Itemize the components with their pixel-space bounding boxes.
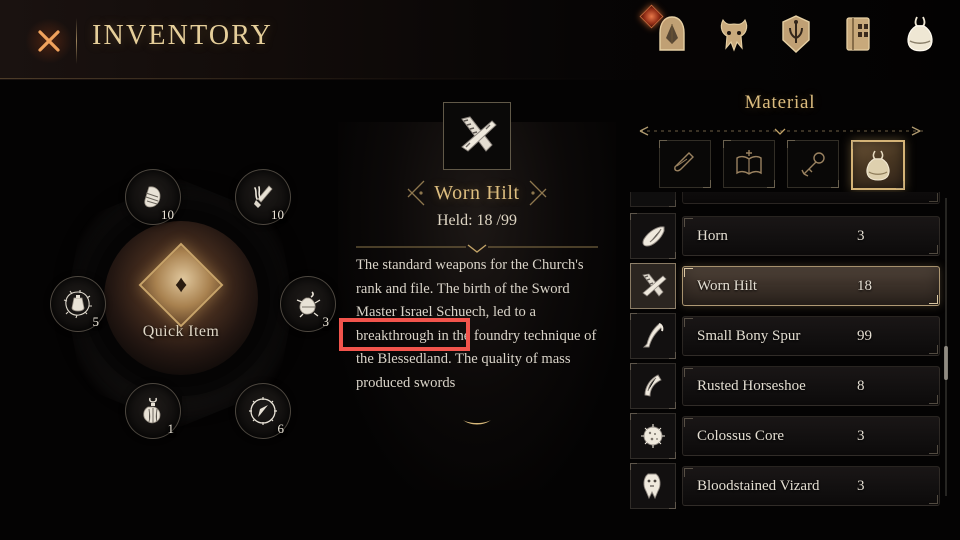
row-body: Bloodstained Vizard 3 [682,466,940,506]
ornament-left-icon [407,180,425,206]
title-divider [76,18,77,64]
table-row[interactable]: Colossus Core 3 [630,413,940,459]
book-ledger-icon [846,17,870,51]
row-item-count: 18 [857,277,872,294]
detail-item-icon-box [443,102,511,170]
nav-icon-beast-skull[interactable] [714,10,754,58]
quick-slot-count: 10 [271,207,284,222]
quick-slot-right[interactable]: 3 [280,276,336,332]
row-item-count: 3 [857,227,865,244]
row-item-name: Horn [697,227,728,244]
row-body [682,192,940,204]
row-item-count: 3 [857,477,865,494]
category-tab-spellbook[interactable] [723,140,775,188]
crest-shield-icon [782,15,810,53]
table-row[interactable]: Rusted Horseshoe 8 [630,363,940,409]
category-pager [630,124,930,136]
detail-description: The standard weapons for the Church's ra… [356,257,597,391]
quick-slot-count: 10 [161,207,174,222]
row-body: Rusted Horseshoe 8 [682,366,940,406]
category-tab-bar [632,140,932,190]
pouch-bag-icon [907,16,933,52]
quick-slot-bottom-left[interactable]: 1 [125,383,181,439]
table-row[interactable]: Horn 3 [630,213,940,259]
row-item-name: Worn Hilt [697,277,758,294]
quick-slot-count: 6 [277,421,285,436]
horseshoe-icon [630,363,676,409]
row-body: Worn Hilt 18 [682,266,940,306]
beast-skull-icon [720,18,748,52]
quick-slot-left[interactable]: 5 [50,276,106,332]
nav-icon-armor-helm[interactable] [639,4,692,58]
quick-slot-count: 1 [167,421,175,436]
quick-slot-top-left[interactable]: 10 [125,169,181,225]
list-scrollbar-thumb[interactable] [944,346,948,380]
detail-held-count: Held: 18 /99 [437,212,517,229]
ornament-right-icon [529,180,547,206]
row-icon-box [630,192,676,207]
key-icon [801,152,825,177]
worn-hilt-icon [461,116,497,152]
detail-separator [356,240,598,253]
top-bar: INVENTORY [0,0,960,80]
top-bar-underline [0,78,620,79]
close-x-icon [38,30,60,52]
quick-slot-bottom-right[interactable]: 6 [235,383,291,439]
pouch-bag-icon [866,150,890,181]
table-row[interactable]: Small Bony Spur 99 [630,313,940,359]
nav-icon-bar [639,4,940,58]
nav-icon-book-ledger[interactable] [838,10,878,58]
page-title: INVENTORY [92,20,274,51]
row-item-name: Small Bony Spur [697,327,801,344]
row-body: Horn 3 [682,216,940,256]
detail-item-title: Worn Hilt [434,181,520,204]
row-body: Small Bony Spur 99 [682,316,940,356]
nav-icon-crest-shield[interactable] [776,10,816,58]
worn-hilt-icon [630,263,676,309]
detail-title-row: Worn Hilt [338,178,616,208]
table-row[interactable]: Bloodstained Vizard 3 [630,463,940,509]
spellbook-plus-icon [736,150,762,175]
chevron-down-icon [463,420,491,425]
quick-slot-count: 5 [92,314,100,329]
row-item-name: Bloodstained Vizard [697,477,820,494]
detail-scroll-more[interactable] [338,416,616,434]
crest-glyph: ♦ [174,272,188,298]
item-detail-panel: Worn Hilt Held: 18 /99 The standard weap… [338,90,616,490]
table-row[interactable]: Worn Hilt 18 [630,263,940,309]
quick-slot-top-right[interactable]: 10 [235,169,291,225]
vizard-mask-icon [630,463,676,509]
quick-slot-count: 3 [322,314,330,329]
armor-helm-icon [659,16,685,51]
material-heading: Material [744,92,816,113]
nav-icon-pouch-bag[interactable] [900,10,940,58]
row-item-count: 99 [857,327,872,344]
row-item-count: 8 [857,377,865,394]
close-button[interactable] [26,19,72,63]
bony-spur-icon [630,313,676,359]
row-body: Colossus Core 3 [682,416,940,456]
horn-icon [630,213,676,259]
material-item-list[interactable]: Horn 3 Worn Hilt 18 Small Bony Spur 99 R… [612,192,948,540]
quick-item-hub[interactable]: ♦ Quick Item [104,221,258,375]
table-row[interactable] [630,192,940,207]
inventory-screen: INVENTORY ♦ Quick Item 10 10 3 6 1 5 Wor… [0,0,960,540]
category-tab-flask[interactable] [659,140,711,188]
material-panel: Material Horn 3 Worn Hilt 18 Small Bony … [612,88,960,540]
row-item-count: 3 [857,427,865,444]
colossus-core-icon [630,413,676,459]
gold-diamond-crest-icon: ♦ [138,242,224,328]
category-tab-key[interactable] [787,140,839,188]
row-item-name: Rusted Horseshoe [697,377,806,394]
quick-item-wheel: ♦ Quick Item 10 10 3 6 1 5 [30,155,336,465]
row-item-name: Colossus Core [697,427,785,444]
flask-icon [674,152,694,172]
category-tab-pouch[interactable] [851,140,905,190]
